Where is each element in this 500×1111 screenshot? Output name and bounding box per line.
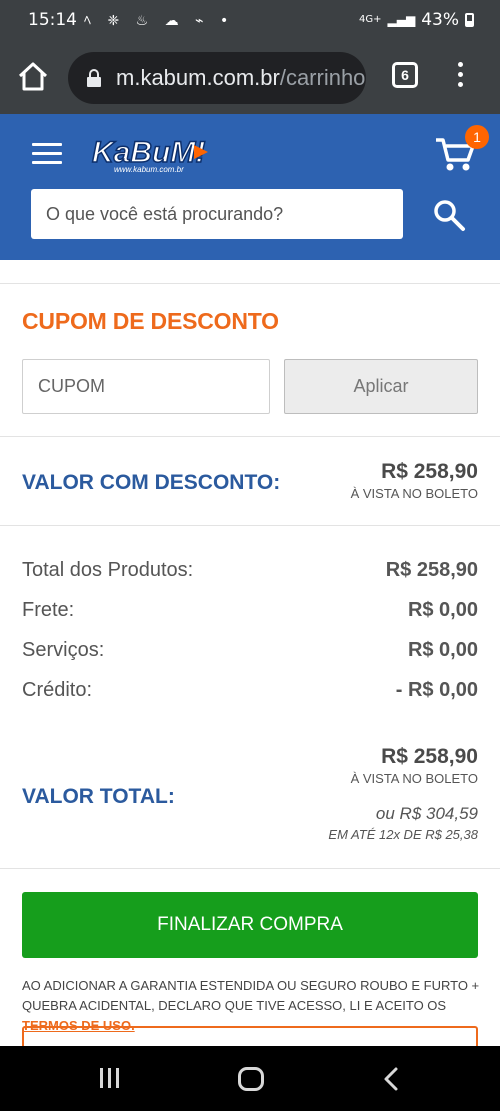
hamburger-icon[interactable]: [32, 143, 62, 167]
summary-value-shipping: R$ 0,00: [407, 599, 478, 621]
notification-icons: ﾍ ❈ ♨ ☁ ⌁ •: [84, 13, 235, 29]
search-input[interactable]: [31, 189, 403, 239]
kabum-logo[interactable]: KaBuM! www.kabum.com.br: [90, 132, 215, 176]
cart-summary: CUPOM DE DESCONTO Aplicar VALOR COM DESC…: [0, 260, 500, 1046]
discount-label: VALOR COM DESCONTO:: [22, 471, 281, 494]
home-nav-icon[interactable]: [238, 1067, 264, 1091]
search-icon[interactable]: [432, 198, 466, 232]
system-nav-bar: [0, 1046, 500, 1111]
installment-value: ou R$ 304,59: [375, 804, 478, 823]
divider: [0, 436, 500, 437]
divider: [0, 868, 500, 869]
discount-value: R$ 258,90: [381, 460, 478, 483]
installment-note: EM ATÉ 12x DE R$ 25,38: [328, 827, 478, 842]
apply-coupon-button[interactable]: Aplicar: [284, 359, 478, 414]
cart-count-badge[interactable]: 1: [465, 125, 489, 149]
summary-label-shipping: Frete:: [22, 599, 75, 621]
summary-label-services: Serviços:: [22, 639, 105, 661]
summary-label-products: Total dos Produtos:: [22, 559, 194, 581]
discount-note: À VISTA NO BOLETO: [350, 486, 478, 501]
status-right: 4G+ ▂▄▆ 43%: [359, 10, 474, 30]
finalize-purchase-button[interactable]: FINALIZAR COMPRA: [22, 892, 478, 958]
site-header: KaBuM! www.kabum.com.br 1: [0, 114, 500, 260]
logo-subtext: www.kabum.com.br: [114, 165, 184, 174]
total-note: À VISTA NO BOLETO: [350, 771, 478, 786]
lock-icon: [87, 69, 101, 87]
url-host: m.kabum.com.br: [116, 65, 280, 90]
status-time: 15:14: [28, 10, 77, 30]
home-icon[interactable]: [16, 60, 50, 94]
total-label: VALOR TOTAL:: [22, 785, 175, 808]
battery-icon: [465, 13, 474, 27]
coupon-input[interactable]: [22, 359, 270, 414]
network-type: 4G+: [359, 14, 382, 25]
status-bar: 15:14 ﾍ ❈ ♨ ☁ ⌁ • 4G+ ▂▄▆ 43%: [0, 0, 500, 42]
url-path: /carrinho: [279, 65, 366, 90]
recents-icon[interactable]: [100, 1068, 124, 1090]
address-bar[interactable]: m.kabum.com.br/carrinho: [68, 52, 366, 104]
browser-toolbar: m.kabum.com.br/carrinho 6: [0, 42, 500, 114]
divider: [0, 525, 500, 526]
summary-value-products: R$ 258,90: [385, 559, 478, 581]
tabs-icon[interactable]: 6: [392, 62, 418, 88]
next-section-box: [22, 1026, 478, 1046]
back-icon[interactable]: [380, 1066, 404, 1092]
summary-value-services: R$ 0,00: [407, 639, 478, 661]
overflow-menu-icon[interactable]: [452, 62, 468, 94]
coupon-title: CUPOM DE DESCONTO: [22, 308, 279, 334]
summary-label-credit: Crédito:: [22, 679, 93, 701]
signal-icon: ▂▄▆: [387, 13, 416, 27]
legal-text: AO ADICIONAR A GARANTIA ESTENDIDA OU SEG…: [22, 978, 480, 1013]
total-value: R$ 258,90: [381, 745, 478, 768]
summary-value-credit: - R$ 0,00: [395, 679, 478, 701]
battery-level: 43%: [421, 10, 459, 30]
url-text: m.kabum.com.br/carrinho: [116, 65, 365, 91]
divider: [0, 283, 500, 284]
